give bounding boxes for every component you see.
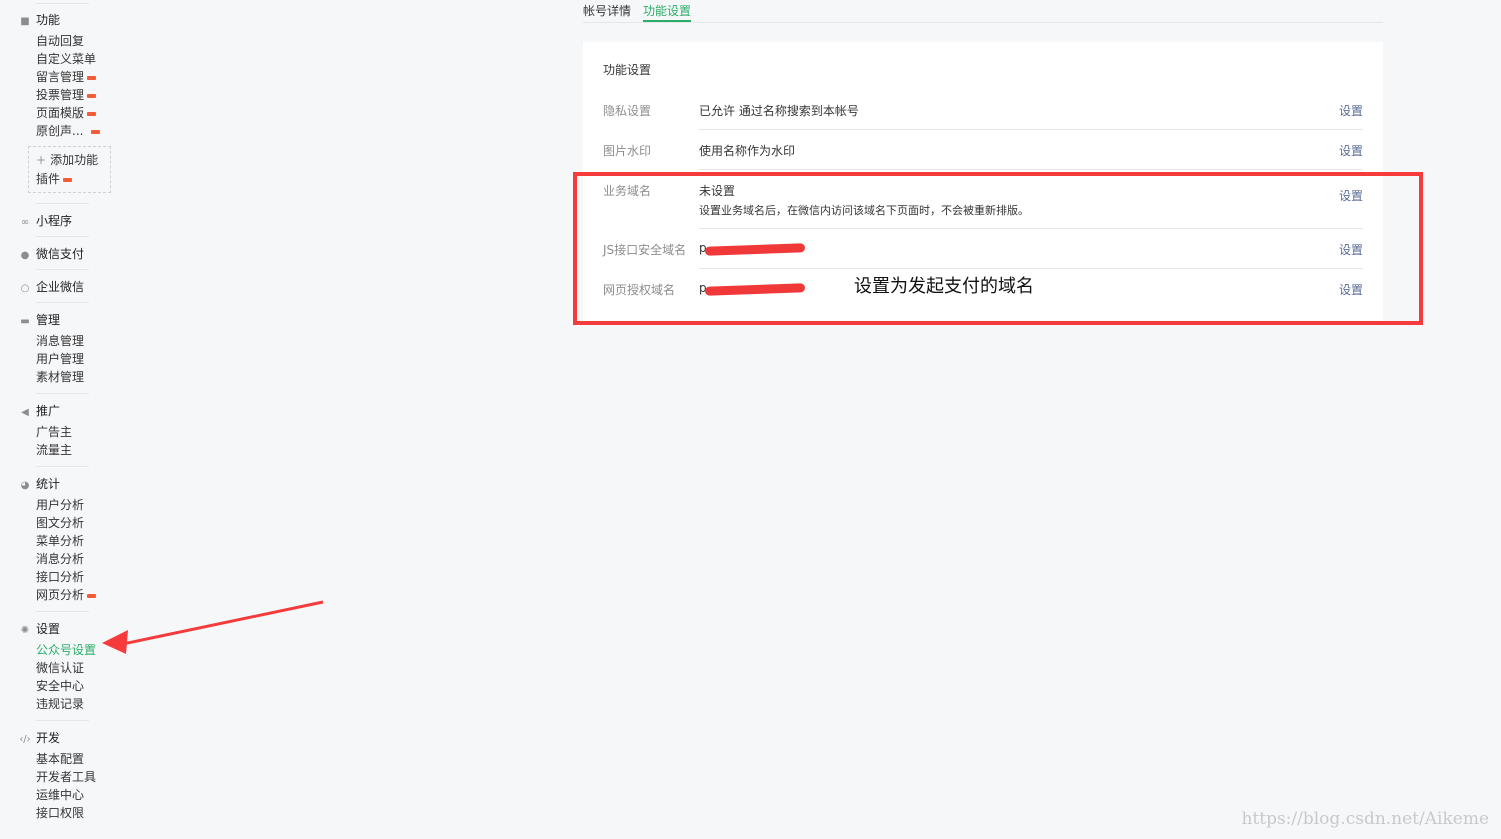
- tab-bar: 帐号详情 功能设置: [583, 0, 1383, 23]
- row-value-watermark: 使用名称作为水印: [699, 144, 796, 158]
- row-divider: [699, 169, 1363, 170]
- highlight-box: [573, 172, 1423, 325]
- tab-account-details[interactable]: 帐号详情: [583, 3, 631, 20]
- row-divider: [699, 129, 1363, 130]
- privacy-settings-link[interactable]: 设置: [1339, 102, 1363, 119]
- sidebar-item-ops-center[interactable]: 运维中心: [36, 787, 84, 804]
- sidebar-divider: [36, 720, 89, 721]
- annotation-text: 设置为发起支付的域名: [854, 276, 1034, 297]
- sidebar-item-security[interactable]: 安全中心: [36, 678, 84, 695]
- arrow-annotation: [102, 600, 324, 654]
- arrow-shaft: [117, 600, 324, 647]
- section-develop: ‹/› 开发: [19, 730, 60, 746]
- sidebar-item-violations[interactable]: 违规记录: [36, 696, 84, 713]
- sidebar-item-dev-tools[interactable]: 开发者工具: [36, 769, 96, 786]
- tab-function-settings[interactable]: 功能设置: [643, 3, 692, 22]
- sidebar-item-api-permissions[interactable]: 接口权限: [36, 805, 84, 822]
- row-value-privacy: 已允许 通过名称搜索到本帐号: [699, 104, 859, 118]
- watermark: https://blog.csdn.net/Aikeme: [1241, 809, 1489, 829]
- sidebar-item-basic-config[interactable]: 基本配置: [36, 751, 84, 768]
- code-icon: ‹/›: [19, 734, 31, 745]
- watermark-settings-link[interactable]: 设置: [1339, 142, 1363, 159]
- row-label-watermark: 图片水印: [603, 144, 652, 158]
- panel-title: 功能设置: [603, 63, 652, 77]
- arrow-head: [102, 630, 128, 654]
- row-label-privacy: 隐私设置: [603, 104, 652, 118]
